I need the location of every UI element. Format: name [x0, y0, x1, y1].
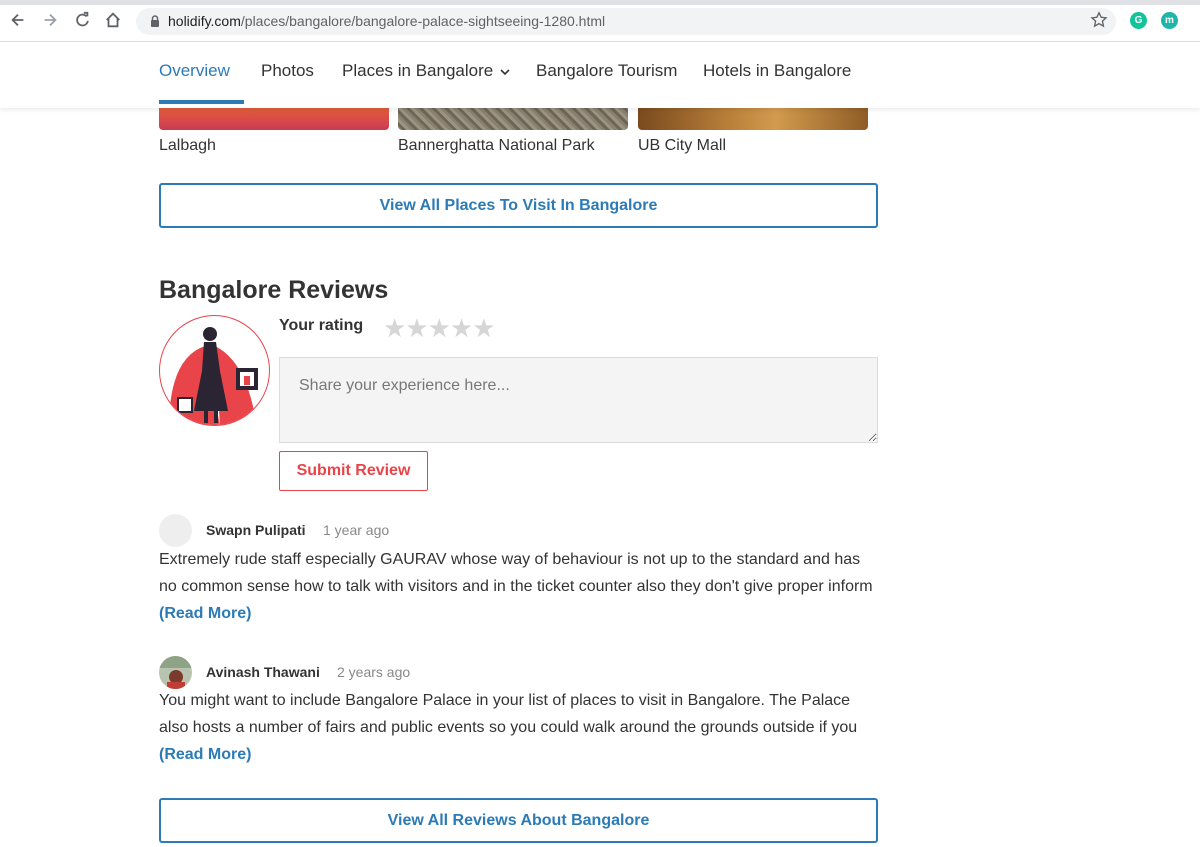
lock-icon — [151, 15, 159, 27]
review-text: Extremely rude staff especially GAURAV w… — [159, 546, 879, 627]
place-label-lalbagh[interactable]: Lalbagh — [159, 137, 216, 155]
ext-letter: m — [1165, 15, 1174, 26]
tab-overview[interactable]: Overview — [159, 61, 230, 81]
rating-stars[interactable]: ★★★★★ — [383, 313, 496, 344]
submit-review-button[interactable]: Submit Review — [279, 451, 428, 491]
view-all-places-button[interactable]: View All Places To Visit In Bangalore — [159, 183, 878, 228]
review-time: 2 years ago — [337, 664, 411, 680]
site-nav: Overview Photos Places in Bangalore Bang… — [0, 42, 1200, 108]
grammarly-extension-icon[interactable]: G — [1130, 12, 1147, 29]
address-bar[interactable]: holidify.com/places/bangalore/bangalore-… — [136, 8, 1116, 35]
tab-bangalore-tourism[interactable]: Bangalore Tourism — [536, 61, 677, 81]
reviewer-name[interactable]: Avinash Thawani — [206, 664, 320, 680]
place-label-bannerghatta[interactable]: Bannerghatta National Park — [398, 137, 595, 155]
review-body: You might want to include Bangalore Pala… — [159, 692, 858, 736]
your-rating-label: Your rating — [279, 317, 364, 334]
bookmark-star-icon[interactable] — [1090, 11, 1108, 29]
review-body: Extremely rude staff especially GAURAV w… — [159, 551, 873, 595]
browser-toolbar: holidify.com/places/bangalore/bangalore-… — [0, 0, 1200, 42]
reviewer-avatar — [159, 514, 192, 547]
m-extension-icon[interactable]: m — [1161, 12, 1178, 29]
tab-hotels-in-bangalore[interactable]: Hotels in Bangalore — [703, 61, 851, 81]
reload-icon[interactable] — [72, 11, 92, 31]
back-arrow-icon[interactable] — [8, 11, 28, 31]
read-more-link[interactable]: (Read More) — [159, 746, 251, 763]
review-textarea[interactable] — [279, 357, 878, 443]
place-label-ub-city-mall[interactable]: UB City Mall — [638, 137, 726, 155]
review-text: You might want to include Bangalore Pala… — [159, 687, 879, 768]
forward-arrow-icon[interactable] — [40, 11, 60, 31]
view-all-reviews-button[interactable]: View All Reviews About Bangalore — [159, 798, 878, 843]
user-avatar-illustration — [159, 315, 270, 426]
home-icon[interactable] — [103, 11, 123, 31]
chevron-down-icon — [500, 68, 510, 75]
url-text: holidify.com/places/bangalore/bangalore-… — [168, 13, 605, 29]
reviews-title: Bangalore Reviews — [159, 276, 389, 304]
active-tab-indicator — [159, 100, 244, 104]
review-time: 1 year ago — [323, 522, 390, 538]
tab-photos[interactable]: Photos — [261, 61, 314, 81]
url-path: /places/bangalore/bangalore-palace-sight… — [240, 13, 606, 29]
ext-letter: G — [1134, 15, 1143, 26]
reviewer-avatar — [159, 656, 192, 689]
reviewer-name[interactable]: Swapn Pulipati — [206, 522, 306, 538]
tab-places-in-bangalore[interactable]: Places in Bangalore — [342, 61, 511, 81]
read-more-link[interactable]: (Read More) — [159, 605, 251, 622]
tab-places-label: Places in Bangalore — [342, 61, 494, 80]
url-host: holidify.com — [168, 13, 241, 29]
